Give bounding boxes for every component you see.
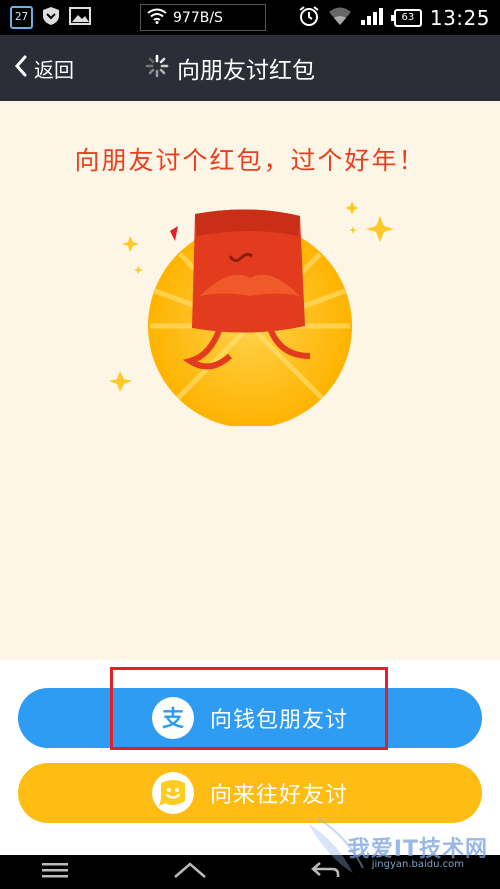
app-header: 返回 向朋友讨红包 <box>0 35 500 101</box>
red-envelope-illustration <box>109 201 394 426</box>
wifi-signal-icon <box>328 6 352 30</box>
home-button[interactable] <box>155 855 225 889</box>
chevron-left-icon <box>14 55 28 82</box>
ask-laiwang-friends-button[interactable]: 向来往好友讨 <box>18 763 482 823</box>
home-icon <box>173 861 207 883</box>
svg-text:支: 支 <box>162 707 185 732</box>
navigation-bar <box>0 855 500 889</box>
laiwang-smile-icon <box>151 772 194 814</box>
laiwang-button-label: 向来往好友讨 <box>209 783 348 808</box>
cell-signal-icon <box>360 6 386 30</box>
action-area: 支 向钱包朋友讨 向来往好友讨 <box>0 660 500 855</box>
net-speed-indicator: 977B/S <box>140 4 266 31</box>
image-icon <box>69 6 91 29</box>
back-button[interactable]: 返回 <box>14 35 74 101</box>
menu-icon <box>42 862 68 882</box>
net-speed-text: 977B/S <box>173 9 223 26</box>
screen: 27 977B/S 63 13:25 返回 向朋友讨红包 向朋友讨个红包，过个好… <box>0 0 500 889</box>
back-icon <box>310 861 340 883</box>
shield-icon <box>42 6 60 30</box>
menu-button[interactable] <box>20 855 90 889</box>
back-label: 返回 <box>34 57 74 82</box>
back-nav-button[interactable] <box>290 855 360 889</box>
alarm-icon <box>298 5 320 31</box>
wallet-button-label: 向钱包朋友讨 <box>209 708 348 733</box>
page-title: 向朋友讨红包 <box>177 58 315 84</box>
status-time: 13:25 <box>429 5 490 30</box>
battery-icon: 63 <box>390 8 422 27</box>
calendar-icon: 27 <box>10 6 33 29</box>
loading-spinner-icon <box>145 54 169 82</box>
status-bar: 27 977B/S 63 13:25 <box>0 0 500 35</box>
headline-text: 向朋友讨个红包，过个好年！ <box>74 146 426 175</box>
alipay-icon: 支 <box>151 697 194 739</box>
content-area: 向朋友讨个红包，过个好年！ <box>0 101 500 660</box>
wifi-icon <box>147 8 167 28</box>
ask-wallet-friends-button[interactable]: 支 向钱包朋友讨 <box>18 688 482 748</box>
